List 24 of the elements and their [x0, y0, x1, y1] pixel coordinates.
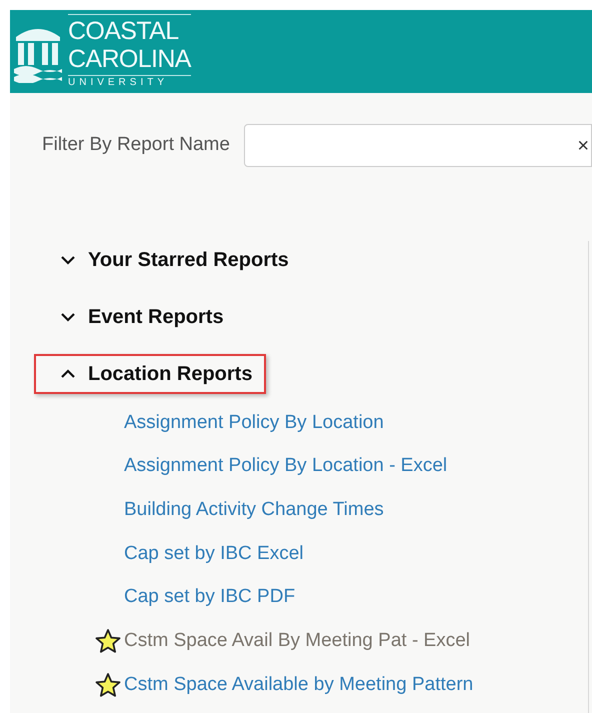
report-link[interactable]: Cstm Space Available by Meeting Pattern: [124, 670, 474, 700]
section-title: Location Reports: [88, 362, 252, 387]
report-link[interactable]: Assignment Policy By Location: [124, 408, 384, 438]
report-link[interactable]: Building Activity Change Times: [124, 496, 384, 524]
logo-text: COASTAL: [68, 16, 180, 44]
clear-button[interactable]: ×: [577, 130, 589, 160]
report-link[interactable]: Cap set by IBC Excel: [124, 540, 304, 568]
report-link[interactable]: Cap set by IBC PDF: [124, 583, 296, 612]
report-link[interactable]: Assignment Policy By Location - Excel: [124, 452, 448, 481]
star-icon[interactable]: [94, 628, 122, 654]
chevron-down-icon[interactable]: [60, 312, 76, 322]
filter-input-field[interactable]: ×: [244, 124, 592, 167]
section-header[interactable]: Event Reports: [36, 297, 236, 337]
logo-text: CAROLINA: [68, 44, 191, 72]
report-link[interactable]: Cstm Space Avail By Meeting Pat - Excel: [124, 627, 470, 656]
star-icon[interactable]: [94, 672, 122, 698]
logo-text: UNIVERSITY: [68, 74, 191, 90]
section-header[interactable]: Your Starred Reports: [36, 240, 301, 280]
chevron-up-icon[interactable]: [60, 369, 76, 379]
chevron-down-icon[interactable]: [60, 255, 76, 265]
section-title: Your Starred Reports: [88, 248, 289, 273]
filter-label: Filter By Report Name: [42, 133, 230, 158]
section-header[interactable]: Location Reports: [34, 354, 266, 394]
section-title: Event Reports: [88, 305, 224, 330]
